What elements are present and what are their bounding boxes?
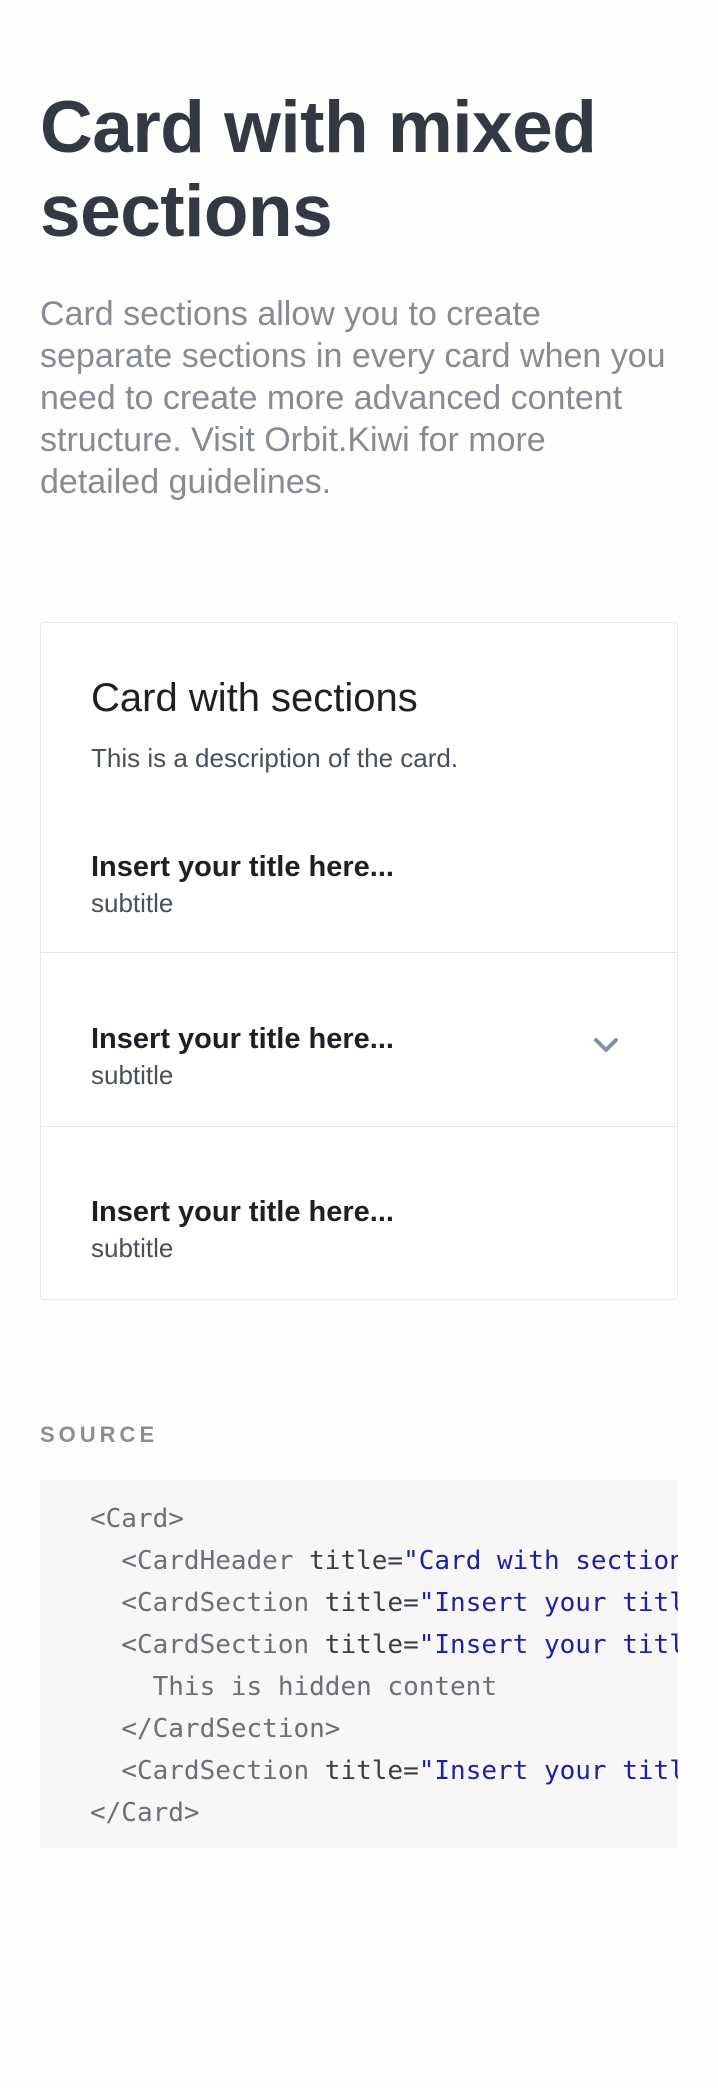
page: Card with mixed sections Card sections a… (0, 0, 718, 2088)
card-section-2-expandable[interactable]: Insert your title here... subtitle (41, 952, 677, 1126)
code-token-attr: title= (293, 1546, 404, 1576)
code-token-tag: </Card> (90, 1798, 200, 1828)
card: Card with sections This is a description… (40, 622, 678, 1300)
card-section-1: Insert your title here... subtitle (41, 817, 677, 963)
card-section-title: Insert your title here... (91, 851, 394, 883)
code-token-str: "Card with sections" (403, 1546, 678, 1576)
code-line: This is hidden content (40, 1666, 678, 1708)
source-label: SOURCE (40, 1422, 159, 1447)
code-line: </Card> (40, 1792, 678, 1834)
code-token-tag: <CardSection (90, 1756, 310, 1786)
card-section-subtitle: subtitle (91, 1233, 174, 1263)
code-block: <Card> <CardHeader title="Card with sect… (40, 1480, 678, 1848)
code-token-tag: <Card> (90, 1504, 184, 1534)
card-header-title: Card with sections (91, 676, 418, 720)
code-token-attr: title= (309, 1630, 419, 1660)
code-token-attr: title= (309, 1756, 419, 1786)
code-token-text: This is hidden content (90, 1672, 497, 1702)
code-lines: <Card> <CardHeader title="Card with sect… (40, 1498, 678, 1834)
code-token-tag: <CardHeader (90, 1546, 294, 1576)
chevron-down-icon[interactable] (591, 1033, 621, 1057)
code-line: <CardHeader title="Card with sections" d… (40, 1540, 678, 1582)
card-section-title: Insert your title here... (91, 1196, 394, 1228)
code-token-tag: <CardSection (90, 1630, 310, 1660)
card-section-title: Insert your title here... (91, 1023, 394, 1055)
page-description: Card sections allow you to create separa… (40, 295, 666, 501)
code-token-str: "Insert your title here..." (418, 1588, 678, 1618)
card-section-subtitle: subtitle (91, 888, 174, 918)
page-title: Card with mixed sections (40, 87, 597, 252)
card-section-3: Insert your title here... subtitle (41, 1126, 677, 1300)
code-token-tag: <CardSection (90, 1588, 310, 1618)
card-header-description: This is a description of the card. (91, 743, 459, 773)
code-line: <Card> (40, 1498, 678, 1540)
code-line: <CardSection title="Insert your title he… (40, 1624, 678, 1666)
code-token-tag: </CardSection> (90, 1714, 341, 1744)
code-token-str: "Insert your title here..." (418, 1756, 678, 1786)
card-section-subtitle: subtitle (91, 1060, 174, 1090)
code-token-str: "Insert your title here..." (418, 1630, 678, 1660)
code-line: <CardSection title="Insert your title he… (40, 1750, 678, 1792)
code-line: <CardSection title="Insert your title he… (40, 1582, 678, 1624)
code-token-attr: title= (309, 1588, 419, 1618)
code-line: </CardSection> (40, 1708, 678, 1750)
